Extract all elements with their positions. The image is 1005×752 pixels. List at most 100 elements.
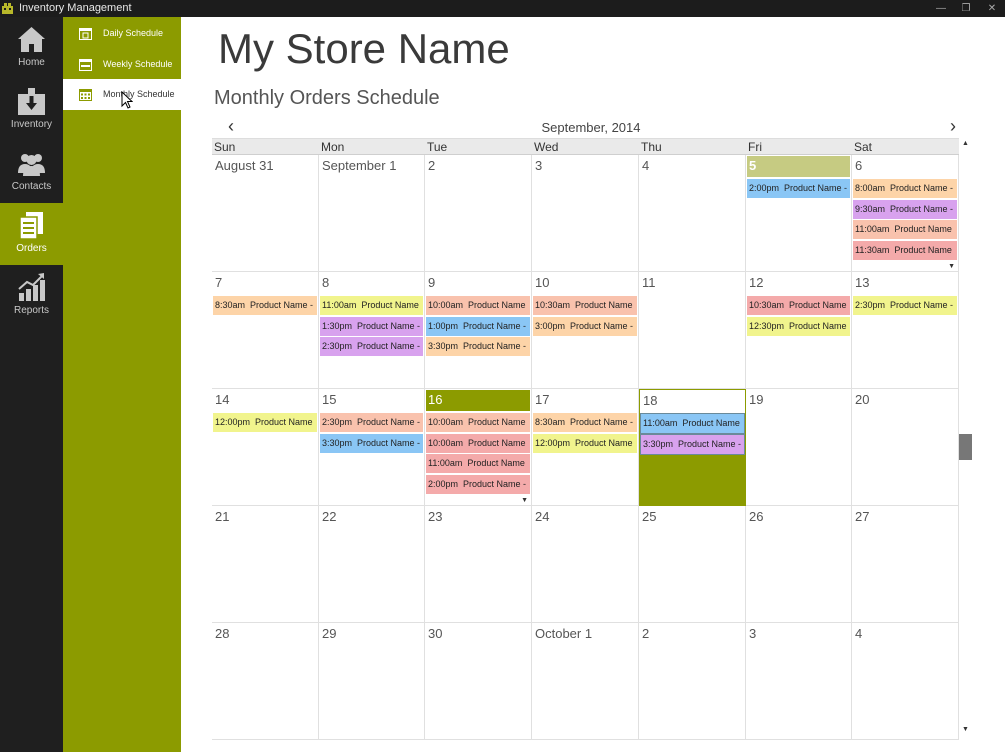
day-number: 3 xyxy=(749,626,757,641)
order-event[interactable]: 10:30am Product Name xyxy=(533,296,637,315)
day-cell[interactable]: 23 xyxy=(425,506,532,623)
order-event[interactable]: 12:00pm Product Name xyxy=(533,433,637,453)
order-event[interactable]: 8:00am Product Name - xyxy=(853,179,957,198)
day-number: 21 xyxy=(215,509,230,524)
order-event[interactable]: 1:30pm Product Name - xyxy=(320,316,423,336)
subnav-item-daily[interactable]: Daily Schedule xyxy=(63,18,181,49)
day-cell[interactable]: 25 xyxy=(639,506,746,623)
order-event[interactable]: 2:00pm Product Name - xyxy=(426,474,530,494)
order-event[interactable]: 10:00am Product Name xyxy=(426,413,530,432)
order-event[interactable]: 3:30pm Product Name - xyxy=(640,433,745,455)
order-event[interactable]: 2:00pm Product Name - xyxy=(747,179,850,198)
order-event[interactable]: 11:00am Product Name xyxy=(853,220,957,239)
day-cell[interactable]: 20 xyxy=(852,389,959,506)
restore-button[interactable]: ❐ xyxy=(956,0,976,17)
event-product: Product Name - xyxy=(463,478,527,489)
order-event[interactable]: 2:30pm Product Name - xyxy=(320,337,423,356)
order-event[interactable]: 8:30am Product Name - xyxy=(533,413,637,432)
order-event[interactable]: 3:30pm Product Name - xyxy=(426,337,530,356)
order-event[interactable]: 11:30am Product Name xyxy=(853,240,957,260)
day-number: 4 xyxy=(855,626,863,641)
scroll-thumb[interactable] xyxy=(959,434,972,460)
mouse-cursor-icon xyxy=(121,91,133,109)
day-cell[interactable]: 22 xyxy=(319,506,425,623)
nav-item-contacts[interactable]: Contacts xyxy=(0,141,63,203)
more-events-icon[interactable]: ▼ xyxy=(521,497,528,504)
order-event[interactable]: 9:30am Product Name - xyxy=(853,199,957,219)
order-event[interactable]: 12:30pm Product Name xyxy=(747,316,850,336)
day-cell[interactable]: 27 xyxy=(852,506,959,623)
day-cell[interactable]: October 1 xyxy=(532,623,639,740)
day-cell[interactable]: 2 xyxy=(425,155,532,272)
day-cell[interactable]: 29 xyxy=(319,623,425,740)
day-cell[interactable]: 10 10:30am Product Name 3:00pm Product Name … xyxy=(532,272,639,389)
event-product: Product Name xyxy=(467,458,525,468)
day-cell[interactable]: 8 11:00am Product Name 1:30pm Product Name -… xyxy=(319,272,425,389)
scroll-up-icon[interactable]: ▲ xyxy=(962,140,969,147)
minimize-button[interactable]: — xyxy=(931,0,951,17)
scroll-down-icon[interactable]: ▼ xyxy=(962,726,969,733)
more-events-icon[interactable]: ▼ xyxy=(948,263,955,270)
next-month-button[interactable]: › xyxy=(945,117,961,138)
weekday-label: Sun xyxy=(214,140,236,154)
day-cell[interactable]: 24 xyxy=(532,506,639,623)
event-product: Product Name - xyxy=(250,300,314,310)
order-event[interactable]: 1:00pm Product Name - xyxy=(426,316,530,336)
day-cell[interactable]: September 1 xyxy=(319,155,425,272)
event-product: Product Name xyxy=(894,224,952,234)
nav-item-inventory[interactable]: Inventory xyxy=(0,79,63,141)
day-cell[interactable]: 9 10:00am Product Name 1:00pm Product Name -… xyxy=(425,272,532,389)
day-cell[interactable]: 30 xyxy=(425,623,532,740)
event-time: 2:00pm xyxy=(428,478,459,489)
nav-item-reports[interactable]: Reports xyxy=(0,265,63,327)
event-time: 11:00am xyxy=(322,300,357,310)
event-product: Product Name xyxy=(789,300,847,310)
order-event[interactable]: 2:30pm Product Name - xyxy=(853,296,957,315)
day-number: 7 xyxy=(215,275,223,290)
event-product: Product Name - xyxy=(357,417,421,427)
order-event[interactable]: 10:00am Product Name xyxy=(426,433,530,453)
day-cell[interactable]: 11 xyxy=(639,272,746,389)
day-cell[interactable]: 13 2:30pm Product Name - xyxy=(852,272,959,389)
day-cell[interactable]: 18 11:00am Product Name 3:30pm Product Name … xyxy=(639,389,746,506)
nav-item-home[interactable]: Home xyxy=(0,17,63,79)
event-time: 12:30pm xyxy=(749,320,785,331)
nav-item-orders[interactable]: Orders xyxy=(0,203,63,265)
order-event[interactable]: 10:30am Product Name xyxy=(747,296,850,315)
day-cell[interactable]: 3 xyxy=(532,155,639,272)
day-cell[interactable]: 7 8:30am Product Name - xyxy=(212,272,319,389)
day-cell[interactable]: 2 xyxy=(639,623,746,740)
home-icon xyxy=(18,27,45,52)
order-event[interactable]: 11:00am Product Name xyxy=(320,296,423,315)
day-cell[interactable]: 3 xyxy=(746,623,852,740)
day-cell[interactable]: August 31 xyxy=(212,155,319,272)
previous-month-button[interactable]: ‹ xyxy=(223,117,239,138)
day-cell[interactable]: 15 2:30pm Product Name - 3:30pm Product Name… xyxy=(319,389,425,506)
day-cell[interactable]: 21 xyxy=(212,506,319,623)
order-event[interactable]: 11:00am Product Name xyxy=(640,413,745,434)
order-event[interactable]: 10:00am Product Name xyxy=(426,296,530,315)
day-cell[interactable]: 6 8:00am Product Name - 9:30am Product Name … xyxy=(852,155,959,272)
day-cell[interactable]: 16 10:00am Product Name 10:00am Product Name… xyxy=(425,389,532,506)
order-event[interactable]: 12:00pm Product Name xyxy=(213,413,317,432)
weekday-label: Mon xyxy=(321,140,345,154)
day-cell[interactable]: 14 12:00pm Product Name xyxy=(212,389,319,506)
day-cell[interactable]: 5 2:00pm Product Name - xyxy=(746,155,852,272)
day-cell[interactable]: 28 xyxy=(212,623,319,740)
day-cell[interactable]: 12 10:30am Product Name 12:30pm Product Name xyxy=(746,272,852,389)
main-nav: Home Inventory Contacts Orders Reports xyxy=(0,17,63,752)
day-cell[interactable]: 4 xyxy=(639,155,746,272)
order-event[interactable]: 8:30am Product Name - xyxy=(213,296,317,315)
day-cell[interactable]: 26 xyxy=(746,506,852,623)
day-cell[interactable]: 17 8:30am Product Name - 12:00pm Product Nam… xyxy=(532,389,639,506)
event-product: Product Name - xyxy=(890,300,954,310)
day-cell[interactable]: 4 xyxy=(852,623,959,740)
subnav-item-weekly[interactable]: Weekly Schedule xyxy=(63,49,181,80)
order-event[interactable]: 11:00am Product Name xyxy=(426,454,530,473)
order-event[interactable]: 3:30pm Product Name - xyxy=(320,433,423,453)
order-event[interactable]: 3:00pm Product Name - xyxy=(533,316,637,336)
close-button[interactable]: ✕ xyxy=(982,0,1002,17)
order-event[interactable]: 2:30pm Product Name - xyxy=(320,413,423,432)
day-cell[interactable]: 19 xyxy=(746,389,852,506)
calendar-scrollbar[interactable]: ▲ ▼ xyxy=(959,138,973,738)
